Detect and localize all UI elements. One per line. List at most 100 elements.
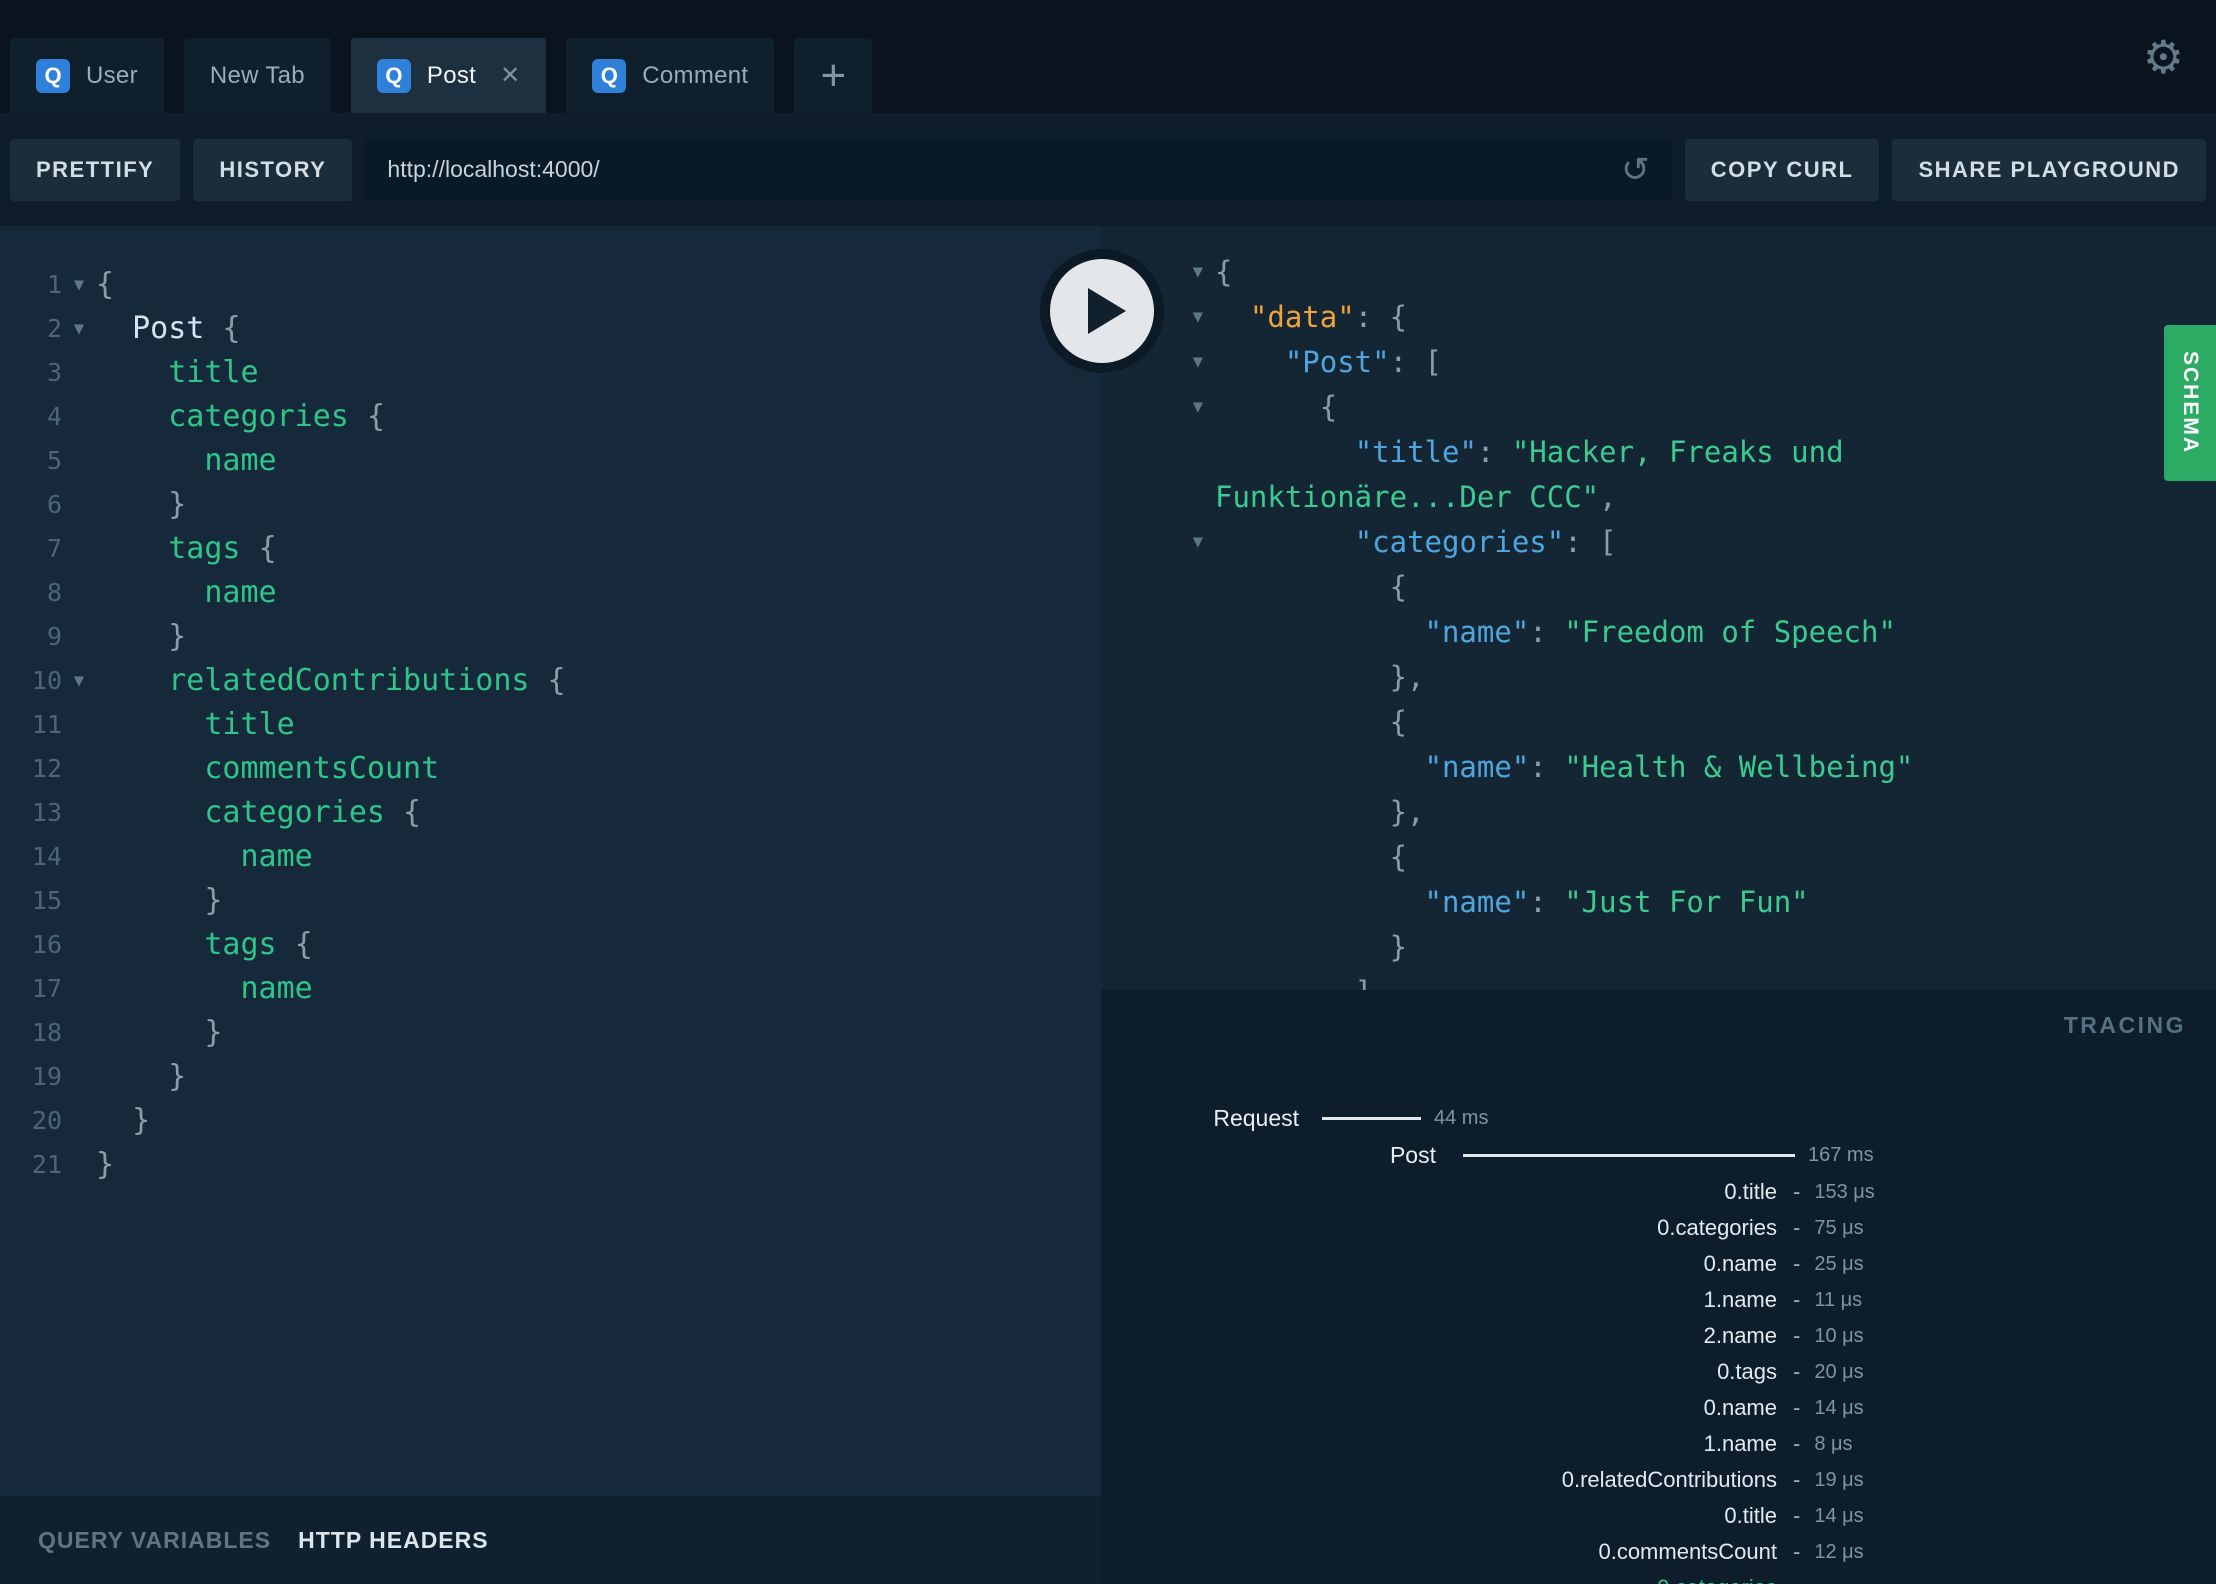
copy-curl-button[interactable]: COPY CURL [1684,138,1880,201]
line-number: 8 [46,578,62,607]
fold-gutter [62,879,96,923]
tracing-resolver-row: 0.categories -75 μs [1101,1210,2216,1246]
tracing-resolver-row: 0.relatedContributions -19 μs [1101,1462,2216,1498]
line-number: 19 [31,1062,62,1091]
settings-gear-icon[interactable]: ⚙ [2143,0,2184,113]
fold-gutter [62,395,96,439]
tab-list: Q User New Tab Q Post ✕ Q Comment + [10,38,873,113]
response-text: { [1215,390,1338,424]
fold-toggle-icon[interactable]: ▼ [62,307,96,351]
tracing-dash: - [1793,1359,1801,1384]
response-lines: ▼{▼ "data": {▼ "Post": [▼ { "title": "Ha… [1101,226,2216,990]
code-line: 21} [0,1143,1101,1187]
code-line: 16 tags { [0,923,1101,967]
code-text: } [96,619,187,654]
fold-toggle-icon[interactable]: ▼ [1101,520,1215,565]
fold-gutter [62,483,96,527]
fold-gutter [1101,835,1215,880]
response-text: "name": "Health & Wellbeing" [1424,750,1914,784]
code-text: Post { [96,311,241,346]
line-number: 5 [46,446,62,475]
new-tab-button[interactable]: + [794,38,873,113]
tracing-resolver-duration: 11 μs [1814,1288,1863,1311]
code-text: name [96,839,313,874]
http-headers-tab[interactable]: HTTP HEADERS [298,1527,489,1554]
response-text: }, [1215,795,1425,829]
share-playground-button[interactable]: SHARE PLAYGROUND [1892,138,2206,201]
line-number: 20 [31,1106,62,1135]
fold-gutter [1101,565,1215,610]
fold-gutter [62,791,96,835]
execute-query-button[interactable] [1040,249,1164,373]
tracing-root-label: Post [1389,1141,1436,1168]
tab-user[interactable]: Q User [10,38,164,113]
endpoint-url-input[interactable] [387,156,1606,183]
code-line: 17 name [0,967,1101,1011]
graphql-playground: Q User New Tab Q Post ✕ Q Comment + ⚙ PRETTIFY H… [0,0,2216,1584]
line-number: 2 [46,314,62,343]
response-line: ▼ "data": { [1101,295,2216,340]
query-variables-tab[interactable]: QUERY VARIABLES [38,1527,271,1554]
line-number: 4 [46,402,62,431]
line-number: 3 [46,358,62,387]
endpoint-url-bar: ↺ [365,138,1672,201]
fold-toggle-icon[interactable]: ▼ [1101,385,1215,430]
fold-gutter [1101,610,1215,655]
toolbar: PRETTIFY HISTORY ↺ COPY CURL SHARE PLAYG… [0,113,2216,226]
tracing-dash: - [1793,1179,1801,1204]
fold-gutter [1101,880,1215,925]
main-area: 1 ▼{2 ▼ Post {3 title 4 categories {5 name 6… [0,226,2216,1584]
tracing-dash: - [1793,1215,1801,1240]
fold-gutter [62,923,96,967]
response-line: }, [1101,790,2216,835]
query-editor-pane[interactable]: 1 ▼{2 ▼ Post {3 title 4 categories {5 name 6… [0,226,1101,1496]
query-editor-lines: 1 ▼{2 ▼ Post {3 title 4 categories {5 name 6… [0,226,1101,1187]
tracing-resolver-duration: 153 μs [1814,1180,1875,1203]
history-button[interactable]: HISTORY [193,138,353,201]
tracing-resolver-row: 0.name -25 μs [1101,1246,2216,1282]
response-text: ] [1215,970,1372,990]
response-text: "categories": [ [1354,525,1617,559]
fold-gutter [1101,655,1215,700]
response-line: "name": "Just For Fun" [1101,880,2216,925]
tracing-resolver-row: 0.categories [1101,1570,2216,1584]
response-line: ▼ { [1101,385,2216,430]
line-number: 14 [31,842,62,871]
response-text: "data": { [1249,300,1408,334]
response-line: "name": "Health & Wellbeing" [1101,745,2216,790]
fold-gutter [1101,700,1215,745]
code-line: 20 } [0,1099,1101,1143]
fold-gutter [62,835,96,879]
code-text: commentsCount [96,751,440,786]
tab-comment[interactable]: Q Comment [566,38,775,113]
tracing-resolver-label: 0.name [1703,1395,1777,1420]
tracing-resolver-row: 1.name -8 μs [1101,1426,2216,1462]
response-text: "Post": [ [1284,345,1442,379]
prettify-button[interactable]: PRETTIFY [10,138,181,201]
response-text: { [1215,255,1233,289]
tracing-dash: - [1793,1503,1801,1528]
refresh-schema-icon[interactable]: ↺ [1621,150,1650,190]
response-text: { [1215,705,1408,739]
tracing-dash: - [1793,1539,1801,1564]
response-text: } [1215,930,1408,964]
fold-toggle-icon[interactable]: ▼ [62,659,96,703]
code-text: categories { [96,795,422,830]
tracing-resolver-duration: 12 μs [1814,1540,1864,1563]
tab-new-tab[interactable]: New Tab [183,38,331,113]
code-line: 6 } [0,483,1101,527]
tracing-dash: - [1793,1287,1801,1312]
fold-gutter [62,1143,96,1187]
fold-gutter [1101,790,1215,835]
tab-post[interactable]: Q Post ✕ [350,38,547,113]
tracing-resolver-duration: 14 μs [1814,1396,1864,1419]
tracing-root-duration: 167 ms [1808,1143,1874,1166]
schema-tab[interactable]: SCHEMA [2164,325,2216,481]
fold-toggle-icon[interactable]: ▼ [62,263,96,307]
code-line: 2 ▼ Post { [0,307,1101,351]
close-tab-icon[interactable]: ✕ [500,61,520,90]
tracing-resolver-duration: 20 μs [1814,1360,1864,1383]
fold-gutter [62,1099,96,1143]
code-line: 7 tags { [0,527,1101,571]
response-line: ] [1101,970,2216,990]
